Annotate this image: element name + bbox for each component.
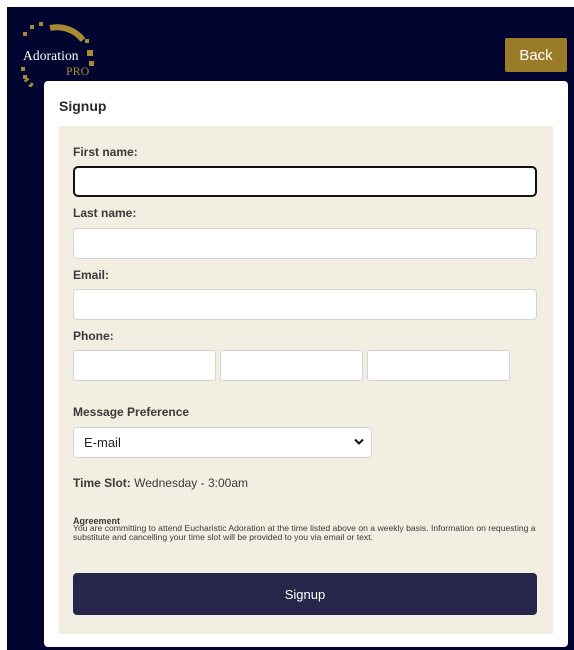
last-name-input[interactable] [73,228,537,259]
time-slot-value: Wednesday - 3:00am [134,476,248,490]
logo-text: Adoration [23,48,79,63]
message-preference-select[interactable]: E-mail [73,427,372,458]
phone-area-code-input[interactable] [73,350,216,381]
back-button[interactable]: Back [505,38,567,72]
last-name-label: Last name: [73,206,137,220]
first-name-input[interactable] [73,166,537,197]
signup-submit-button[interactable]: Signup [73,573,537,615]
phone-prefix-input[interactable] [220,350,363,381]
page-background: Adoration PRO Back Signup First name: La… [7,7,574,650]
message-preference-label: Message Preference [73,405,190,419]
chevron-down-icon [354,438,364,445]
phone-line-number-input[interactable] [367,350,510,381]
signup-card: Signup First name: Last name: Email: Pho… [44,81,568,647]
logo-subtext: PRO [66,64,90,78]
message-preference-value: E-mail [84,435,121,450]
first-name-label: First name: [73,145,138,159]
agreement-text: You are committing to attend Eucharistic… [73,523,536,543]
signup-form: First name: Last name: Email: Phone: Mes… [59,126,553,634]
phone-label: Phone: [73,329,114,343]
email-label: Email: [73,268,110,282]
adoration-pro-logo: Adoration PRO [17,17,99,87]
email-input[interactable] [73,289,537,320]
time-slot: Time Slot: Wednesday - 3:00am [73,476,248,490]
time-slot-label: Time Slot: [73,476,131,490]
card-title: Signup [59,98,107,114]
